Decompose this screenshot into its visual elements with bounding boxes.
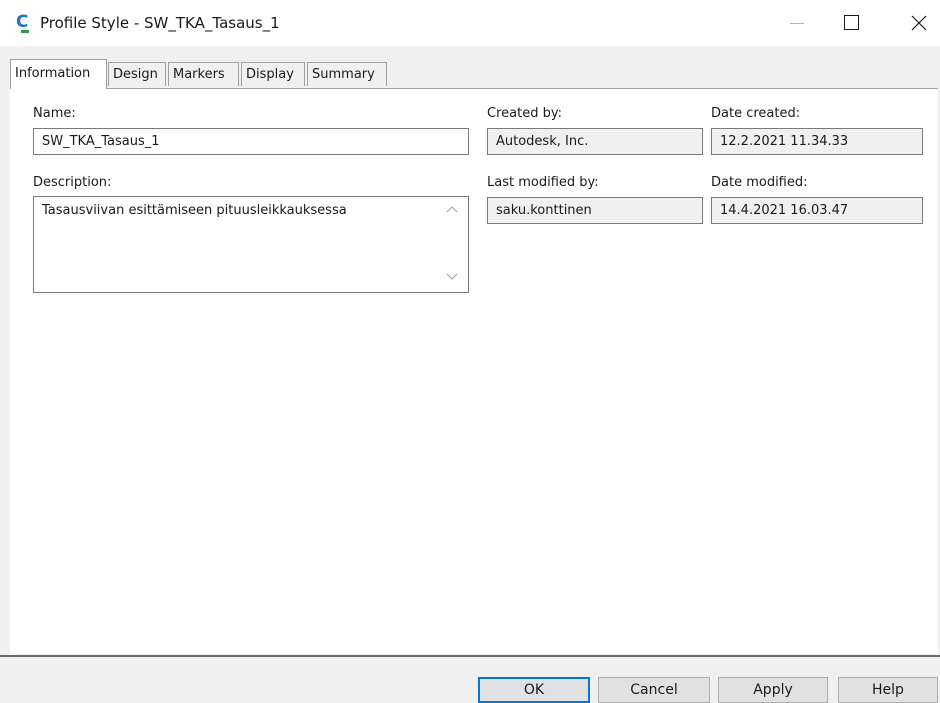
last-modified-by-label: Last modified by: <box>487 175 599 190</box>
tab-summary[interactable]: Summary <box>307 62 387 86</box>
date-modified-label: Date modified: <box>711 175 808 190</box>
name-label: Name: <box>33 106 76 121</box>
ok-button[interactable]: OK <box>478 677 590 703</box>
apply-button[interactable]: Apply <box>718 677 828 703</box>
scroll-up-icon[interactable] <box>446 205 458 213</box>
close-icon <box>911 15 927 31</box>
created-by-label: Created by: <box>487 106 562 121</box>
close-button[interactable] <box>907 12 931 34</box>
date-modified-field: 14.4.2021 16.03.47 <box>711 197 923 224</box>
name-field[interactable]: SW_TKA_Tasaus_1 <box>33 128 469 155</box>
date-created-field: 12.2.2021 11.34.33 <box>711 128 923 155</box>
cancel-button[interactable]: Cancel <box>598 677 710 703</box>
date-created-label: Date created: <box>711 106 801 121</box>
tab-design[interactable]: Design <box>108 62 166 86</box>
last-modified-by-field: saku.konttinen <box>487 197 703 224</box>
description-field[interactable]: Tasausviivan esittämiseen pituusleikkauk… <box>33 196 469 293</box>
description-label: Description: <box>33 175 112 190</box>
scroll-down-icon[interactable] <box>446 273 458 281</box>
created-by-field: Autodesk, Inc. <box>487 128 703 155</box>
maximize-button[interactable] <box>840 12 864 34</box>
title-bar: C Profile Style - SW_TKA_Tasaus_1 <box>0 0 940 46</box>
information-panel <box>10 88 938 654</box>
minimize-button[interactable] <box>786 12 810 34</box>
tab-information[interactable]: Information <box>10 59 107 89</box>
window-title: Profile Style - SW_TKA_Tasaus_1 <box>40 14 280 32</box>
tab-display[interactable]: Display <box>241 62 305 86</box>
description-text: Tasausviivan esittämiseen pituusleikkauk… <box>42 203 347 218</box>
tab-markers[interactable]: Markers <box>168 62 239 86</box>
help-button[interactable]: Help <box>838 677 938 703</box>
civil3d-app-icon: C <box>16 12 29 33</box>
